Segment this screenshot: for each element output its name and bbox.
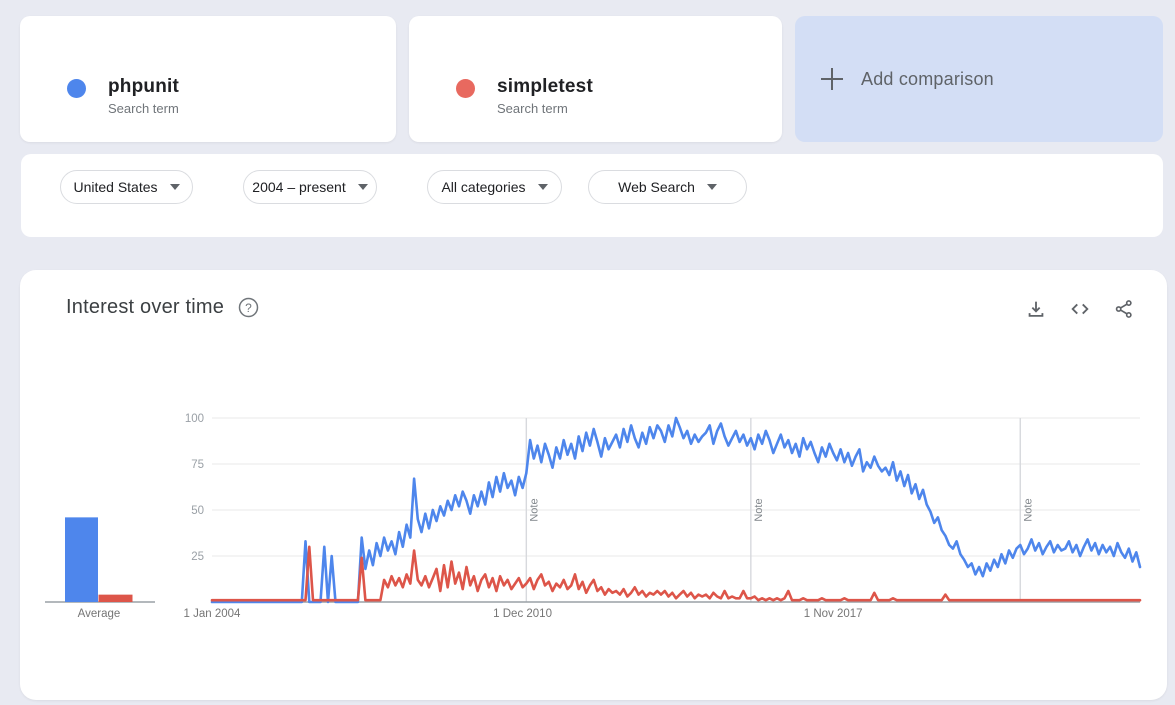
svg-text:1 Jan 2004: 1 Jan 2004 <box>184 608 242 620</box>
svg-text:Note: Note <box>1022 498 1034 521</box>
category-dropdown-label: All categories <box>441 179 525 195</box>
chart-title: Interest over time <box>66 296 224 319</box>
svg-text:Note: Note <box>753 498 765 521</box>
region-dropdown[interactable]: United States <box>60 170 193 204</box>
embed-icon[interactable] <box>1069 298 1091 320</box>
series-dot-phpunit <box>67 79 86 98</box>
term-card-simpletest[interactable]: simpletest Search term <box>409 16 782 142</box>
download-icon[interactable] <box>1025 298 1047 320</box>
search-type-dropdown-label: Web Search <box>618 179 695 195</box>
filter-bar: United States 2004 – present All categor… <box>21 154 1163 237</box>
series-dot-simpletest <box>456 79 475 98</box>
svg-text:1 Nov 2017: 1 Nov 2017 <box>804 608 863 620</box>
interest-over-time-chart[interactable]: 25 50 75 100 Note Note Note Average 1 Jan 2004 1 … <box>20 270 1167 700</box>
add-comparison-button[interactable]: Add comparison <box>795 16 1163 142</box>
svg-text:Average: Average <box>78 608 121 620</box>
region-dropdown-label: United States <box>73 179 157 195</box>
svg-text:1 Dec 2010: 1 Dec 2010 <box>493 608 552 620</box>
time-range-dropdown-label: 2004 – present <box>252 179 345 195</box>
term-title-phpunit: phpunit <box>108 76 179 98</box>
svg-text:?: ? <box>245 301 252 315</box>
svg-text:100: 100 <box>185 413 204 425</box>
term-subtitle-phpunit: Search term <box>108 101 179 116</box>
svg-text:75: 75 <box>191 459 204 471</box>
chevron-down-icon <box>170 184 180 190</box>
category-dropdown[interactable]: All categories <box>427 170 562 204</box>
svg-text:25: 25 <box>191 551 204 563</box>
svg-text:50: 50 <box>191 505 204 517</box>
term-subtitle-simpletest: Search term <box>497 101 593 116</box>
add-comparison-label: Add comparison <box>861 69 994 90</box>
time-range-dropdown[interactable]: 2004 – present <box>243 170 377 204</box>
interest-over-time-card: Interest over time ? <box>20 270 1167 700</box>
svg-text:Note: Note <box>528 498 540 521</box>
share-icon[interactable] <box>1113 298 1135 320</box>
help-icon[interactable]: ? <box>238 297 259 318</box>
plus-icon <box>821 68 843 90</box>
term-card-phpunit[interactable]: phpunit Search term <box>20 16 396 142</box>
term-title-simpletest: simpletest <box>497 76 593 98</box>
chevron-down-icon <box>358 184 368 190</box>
search-type-dropdown[interactable]: Web Search <box>588 170 747 204</box>
chevron-down-icon <box>707 184 717 190</box>
chevron-down-icon <box>538 184 548 190</box>
